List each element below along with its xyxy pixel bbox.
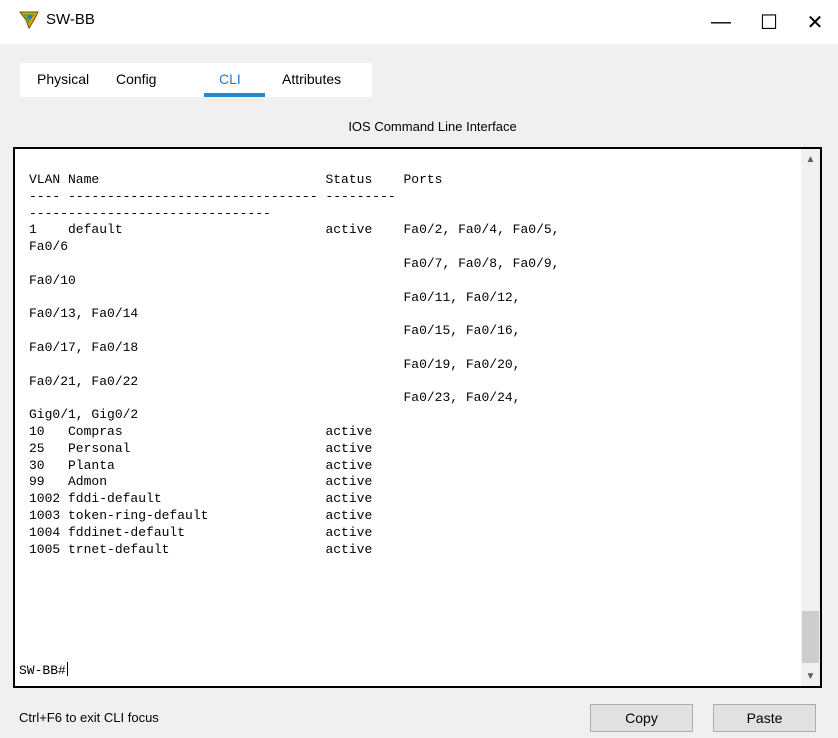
terminal-line: Gig0/1, Gig0/2 [29, 407, 139, 423]
terminal-line: 1004 fddinet-default active [29, 524, 373, 540]
terminal-line: ---- -------------------------------- --… [29, 188, 396, 204]
terminal-line: 1 default active Fa0/2, Fa0/4, Fa0/5, [29, 222, 560, 238]
terminal-line: Fa0/10 [29, 272, 76, 288]
terminal-line: 30 Planta active [29, 457, 373, 473]
terminal-line: Fa0/19, Fa0/20, [403, 356, 521, 372]
terminal-line: 1005 trnet-default active [29, 541, 373, 557]
terminal-prompt-line[interactable]: SW-BB# [19, 662, 68, 678]
terminal-line: Fa0/11, Fa0/12, [403, 289, 521, 305]
terminal-line: ------------------------------- [29, 205, 271, 221]
terminal-line: Fa0/23, Fa0/24, [403, 390, 521, 406]
close-button[interactable]: ✕ [792, 0, 838, 44]
terminal-line: Fa0/17, Fa0/18 [29, 339, 139, 355]
terminal-line: Fa0/7, Fa0/8, Fa0/9, [403, 255, 560, 271]
terminal-line: 1003 token-ring-default active [29, 507, 373, 523]
cli-terminal[interactable]: VLAN Name Status Ports ---- ------------… [13, 147, 822, 688]
text-cursor [66, 662, 68, 676]
tab-config[interactable]: Config [116, 71, 156, 87]
copy-button[interactable]: Copy [590, 704, 693, 732]
paste-button[interactable]: Paste [713, 704, 816, 732]
terminal-line: 25 Personal active [29, 440, 373, 456]
scroll-thumb[interactable] [802, 611, 819, 663]
close-icon: ✕ [806, 11, 824, 34]
terminal-line: 10 Compras active [29, 423, 373, 439]
scroll-up-button[interactable]: ▲ [801, 149, 820, 169]
chevron-up-icon: ▲ [805, 153, 816, 165]
minimize-button[interactable]: — [698, 0, 744, 44]
tab-cli[interactable]: CLI [219, 71, 241, 87]
status-hint: Ctrl+F6 to exit CLI focus [19, 710, 159, 725]
tab-physical[interactable]: Physical [37, 71, 89, 87]
tab-attributes[interactable]: Attributes [282, 71, 341, 87]
terminal-output: VLAN Name Status Ports ---- ------------… [29, 172, 560, 558]
window-title: SW-BB [46, 11, 95, 28]
panel-title: IOS Command Line Interface [348, 119, 517, 134]
minimize-icon: — [711, 10, 731, 33]
terminal-line: 99 Admon active [29, 474, 373, 490]
title-bar: SW-BB — ☐ ✕ [0, 0, 838, 44]
scroll-down-button[interactable]: ▼ [801, 666, 820, 686]
switch-icon [19, 11, 39, 30]
terminal-line: Fa0/13, Fa0/14 [29, 306, 139, 322]
terminal-line: VLAN Name Status Ports [29, 172, 443, 187]
chevron-down-icon: ▼ [805, 670, 816, 682]
terminal-line: 1002 fddi-default active [29, 491, 373, 507]
vertical-scrollbar[interactable]: ▲ ▼ [801, 149, 820, 686]
maximize-icon: ☐ [760, 11, 778, 34]
terminal-prompt: SW-BB# [19, 663, 66, 678]
tab-bar: Physical Config CLI Attributes [20, 63, 372, 97]
terminal-line: Fa0/6 [29, 239, 69, 255]
terminal-line: Fa0/21, Fa0/22 [29, 373, 139, 389]
maximize-button[interactable]: ☐ [746, 0, 792, 44]
terminal-line: Fa0/15, Fa0/16, [403, 323, 521, 339]
